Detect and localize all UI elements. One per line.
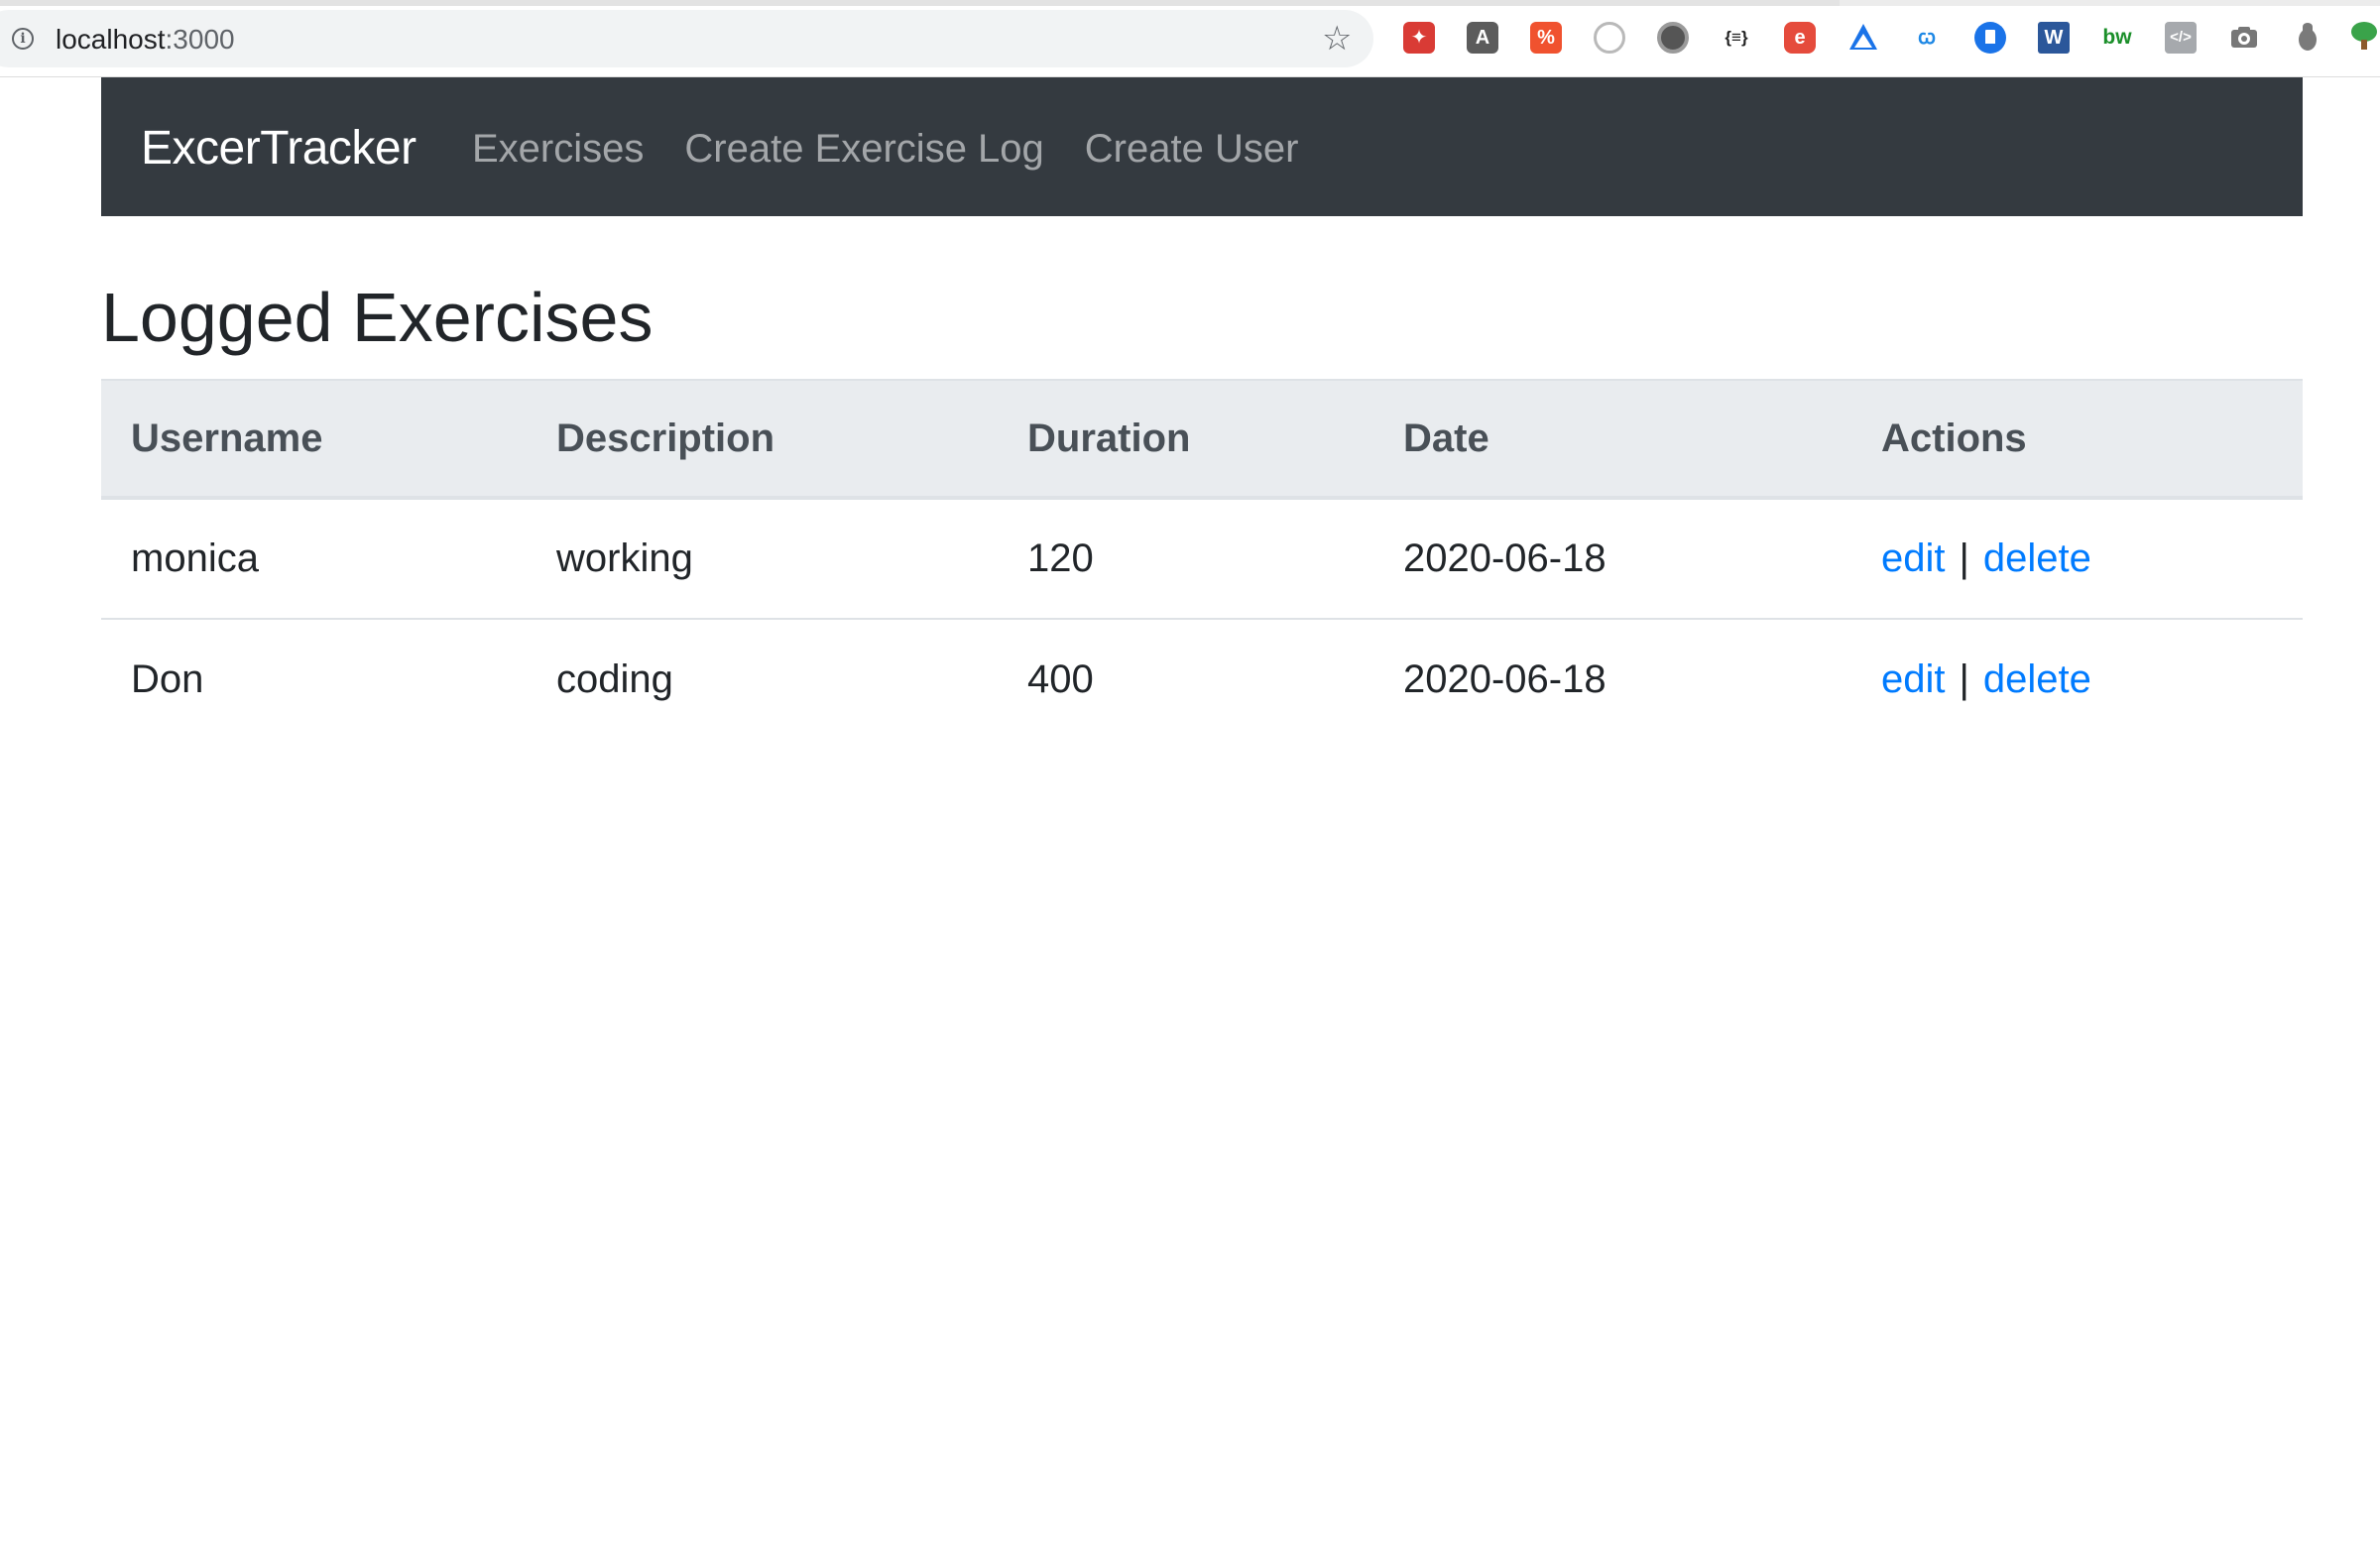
nav-link-create-exercise-log[interactable]: Create Exercise Log: [684, 123, 1043, 175]
cell-username: monica: [101, 498, 527, 620]
camera-icon[interactable]: [2228, 22, 2260, 54]
header-actions: Actions: [1851, 379, 2303, 500]
table-row: Don coding 400 2020-06-18 edit | delete: [101, 619, 2303, 740]
cell-description: working: [527, 498, 998, 620]
bookmark-icon[interactable]: [1974, 22, 2006, 54]
page-title: Logged Exercises: [101, 279, 654, 356]
nav-links: Exercises Create Exercise Log Create Use…: [472, 123, 1339, 175]
font-a-icon[interactable]: A: [1467, 22, 1498, 54]
bw-icon[interactable]: bw: [2101, 22, 2133, 54]
word-icon[interactable]: W: [2038, 22, 2070, 54]
cell-date: 2020-06-18: [1403, 657, 1606, 701]
cell-actions: edit | delete: [1851, 498, 2303, 620]
cell-actions: edit | delete: [1851, 619, 2303, 740]
tree-htm-icon[interactable]: [2347, 22, 2380, 54]
cell-duration: 120: [998, 498, 1373, 620]
header-date: Date: [1373, 379, 1851, 500]
header-description: Description: [527, 379, 998, 500]
action-separator: |: [1959, 536, 1969, 580]
percent-icon[interactable]: %: [1530, 22, 1562, 54]
dark-circle-icon[interactable]: [1657, 22, 1689, 54]
code-icon[interactable]: </>: [2165, 22, 2197, 54]
cell-duration: 400: [1027, 657, 1094, 701]
header-username: Username: [101, 379, 527, 500]
bug-icon[interactable]: [2292, 22, 2323, 54]
brand-link[interactable]: ExcerTracker: [141, 121, 416, 177]
bookmark-star-icon[interactable]: ☆: [1322, 20, 1352, 58]
cell-description: coding: [556, 657, 673, 701]
cell-date: 2020-06-18: [1373, 498, 1851, 620]
ox-triangle-icon[interactable]: [1847, 22, 1879, 54]
site-info-icon[interactable]: [12, 28, 34, 50]
action-separator: |: [1959, 657, 1969, 701]
header-row: Username Description Duration Date Actio…: [101, 379, 2303, 500]
cell-username: Don: [131, 657, 204, 701]
active-tab-indicator: [0, 0, 1840, 6]
pdf-tool-icon[interactable]: ✦: [1403, 22, 1435, 54]
delete-link[interactable]: delete: [1983, 657, 2091, 701]
header-duration: Duration: [998, 379, 1373, 500]
table-body: monica working 120 2020-06-18 edit | delet…: [101, 498, 2303, 740]
nav-link-create-user[interactable]: Create User: [1085, 123, 1299, 175]
edit-link[interactable]: edit: [1881, 536, 1946, 580]
table-header: Username Description Duration Date Actio…: [101, 379, 2303, 500]
edit-link[interactable]: edit: [1881, 657, 1946, 701]
nav-link-exercises[interactable]: Exercises: [472, 123, 644, 175]
url-host: localhost: [56, 24, 166, 55]
url-field[interactable]: localhost:3000: [56, 23, 235, 57]
circle-target-icon[interactable]: [1594, 22, 1625, 54]
json-braces-icon[interactable]: {≡}: [1721, 22, 1752, 54]
exercises-table: Username Description Duration Date Actio…: [101, 379, 2303, 740]
table-row: monica working 120 2020-06-18 edit | delet…: [101, 498, 2303, 620]
navbar: ExcerTracker Exercises Create Exercise L…: [101, 77, 2303, 216]
wb-icon[interactable]: ꞷ: [1911, 22, 1943, 54]
url-port: :3000: [165, 24, 235, 55]
browser-toolbar: localhost:3000 ☆ ✦ A % {≡} e ꞷ W bw </>: [0, 0, 2380, 77]
delete-link[interactable]: delete: [1983, 536, 2091, 580]
e-icon[interactable]: e: [1784, 22, 1816, 54]
